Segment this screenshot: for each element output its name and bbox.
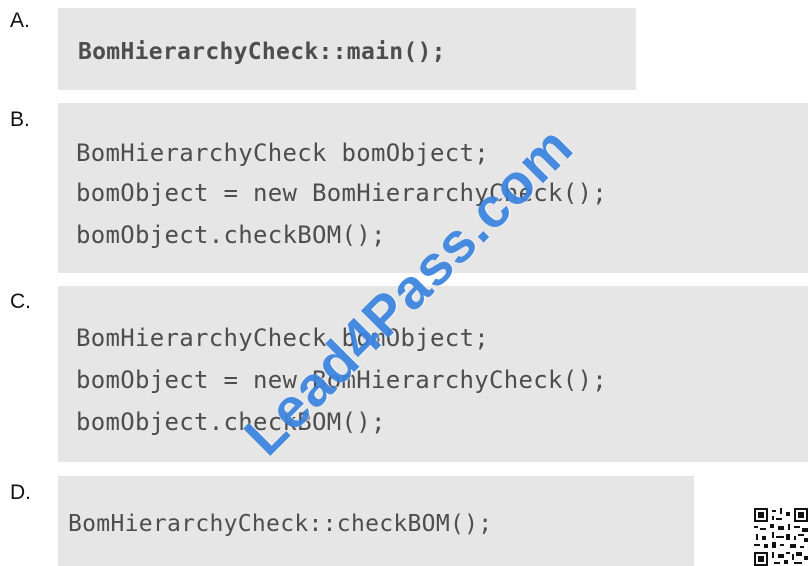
option-c-letter: C. — [10, 290, 31, 313]
option-c-code-line-3: bomObject.checkBOM(); — [76, 408, 386, 436]
option-c-code-line-2: bomObject = new BomHierarchyCheck(); — [76, 366, 607, 394]
option-c-code-block: BomHierarchyCheck bomObject; bomObject =… — [58, 286, 808, 462]
qr-code-icon — [754, 508, 808, 566]
option-d-code-line-1: BomHierarchyCheck::checkBOM(); — [68, 511, 493, 537]
option-d-code-block: BomHierarchyCheck::checkBOM(); — [58, 476, 694, 566]
option-b-code-line-2: bomObject = new BomHierarchyCheck(); — [76, 179, 607, 207]
option-b-code-block: BomHierarchyCheck bomObject; bomObject =… — [58, 103, 808, 273]
option-b-letter: B. — [10, 108, 30, 131]
option-a-letter: A. — [10, 9, 30, 32]
option-d-letter: D. — [10, 481, 31, 504]
option-b-code-line-1: BomHierarchyCheck bomObject; — [76, 139, 489, 167]
option-c-code-line-1: BomHierarchyCheck bomObject; — [76, 324, 489, 352]
option-a-code-line-1: BomHierarchyCheck::main(); — [78, 39, 446, 65]
option-b-code-line-3: bomObject.checkBOM(); — [76, 221, 386, 249]
option-a-code-block: BomHierarchyCheck::main(); — [58, 8, 636, 90]
